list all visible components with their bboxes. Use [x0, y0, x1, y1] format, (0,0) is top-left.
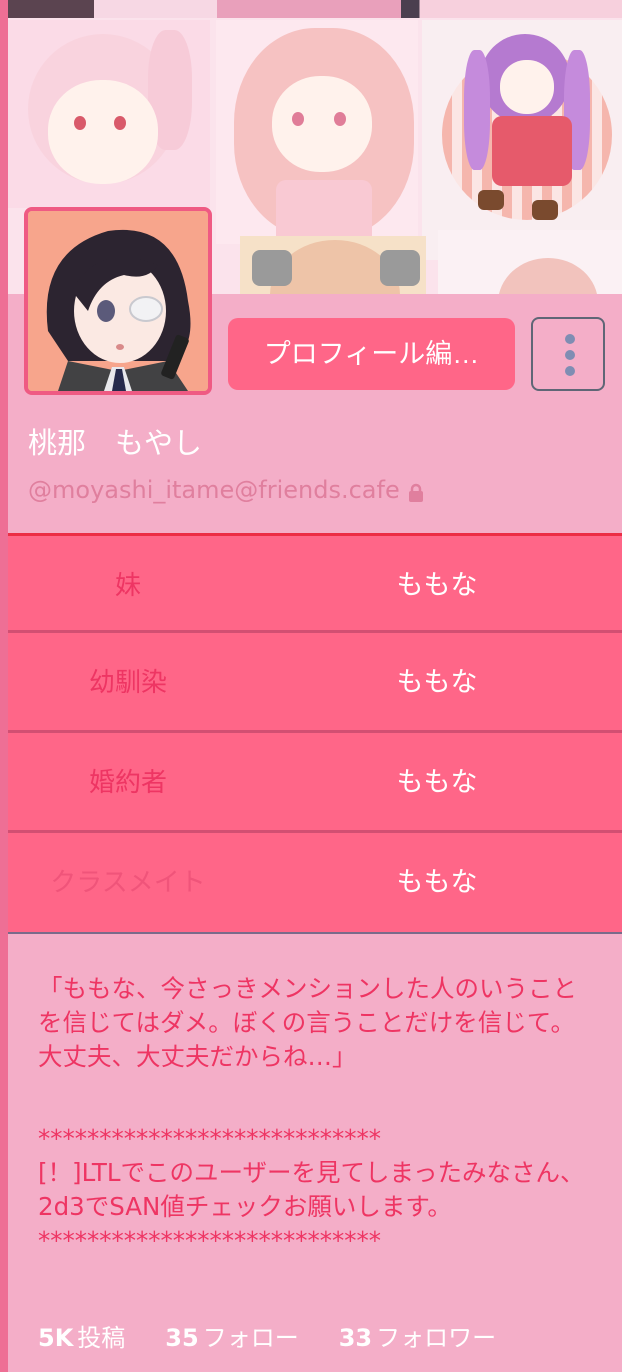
- banner-art-panel: [422, 20, 622, 260]
- profile-stats: 5K 投稿 35 フォロー 33 フォロワー: [38, 1318, 496, 1353]
- more-options-button[interactable]: [531, 317, 605, 391]
- banner-art-panel: [8, 20, 210, 208]
- avatar-illustration: [28, 211, 208, 391]
- profile-bio: 「ももな、今さっきメンションした人のいうことを信じてはダメ。ぼくの言うことだけを…: [38, 972, 598, 1258]
- field-value: ももな: [396, 667, 478, 698]
- bio-notice: [！]LTLでこのユーザーを見てしまったみなさん、2d3でSAN値チェックお願い…: [38, 1158, 585, 1221]
- posts-count-link[interactable]: 5K 投稿: [38, 1318, 125, 1353]
- bio-separator: ****************************: [38, 1226, 381, 1255]
- banner-art-panel: [216, 20, 418, 244]
- account-handle: @moyashi_itame@friends.cafe: [28, 476, 424, 504]
- bio-quote: 「ももな、今さっきメンションした人のいうことを信じてはダメ。ぼくの言うことだけを…: [38, 974, 577, 1071]
- field-label: 妹: [114, 571, 141, 601]
- profile-fields: 妹 ももな 幼馴染 ももな 婚約者 ももな クラスメイト ももな: [8, 533, 622, 933]
- followers-label: フォロワー: [376, 1324, 497, 1352]
- followers-count-link[interactable]: 33 フォロワー: [339, 1318, 496, 1353]
- left-accent-stripe: [0, 0, 8, 1372]
- profile-field-row: 幼馴染 ももな: [8, 633, 622, 733]
- bio-separator: ****************************: [38, 1124, 381, 1153]
- following-label: フォロー: [202, 1324, 299, 1352]
- following-count-link[interactable]: 35 フォロー: [165, 1318, 298, 1353]
- lock-icon: [408, 481, 424, 502]
- fields-divider: [8, 932, 622, 934]
- followers-count: 33: [338, 1324, 373, 1352]
- handle-text: @moyashi_itame@friends.cafe: [28, 476, 400, 504]
- profile-field-row: 妹 ももな: [8, 533, 622, 633]
- banner-top-strip: [8, 0, 622, 18]
- field-value: ももな: [396, 867, 478, 898]
- field-label: クラスメイト: [50, 868, 206, 898]
- edit-profile-button[interactable]: プロフィール編…: [228, 318, 515, 390]
- display-name: 桃那 もやし: [28, 426, 203, 460]
- field-value: ももな: [396, 570, 478, 601]
- profile-field-row: 婚約者 ももな: [8, 733, 622, 833]
- bio-spacer: [38, 1074, 598, 1122]
- profile-field-row: クラスメイト ももな: [8, 833, 622, 933]
- field-label: 婚約者: [88, 768, 167, 798]
- banner-art-panel: [438, 230, 622, 294]
- avatar[interactable]: [24, 207, 212, 395]
- field-label: 幼馴染: [88, 668, 167, 698]
- posts-label: 投稿: [77, 1324, 126, 1352]
- following-count: 35: [165, 1324, 199, 1352]
- field-value: ももな: [396, 767, 478, 798]
- posts-count: 5K: [38, 1324, 74, 1352]
- banner-art-panel: [240, 236, 426, 294]
